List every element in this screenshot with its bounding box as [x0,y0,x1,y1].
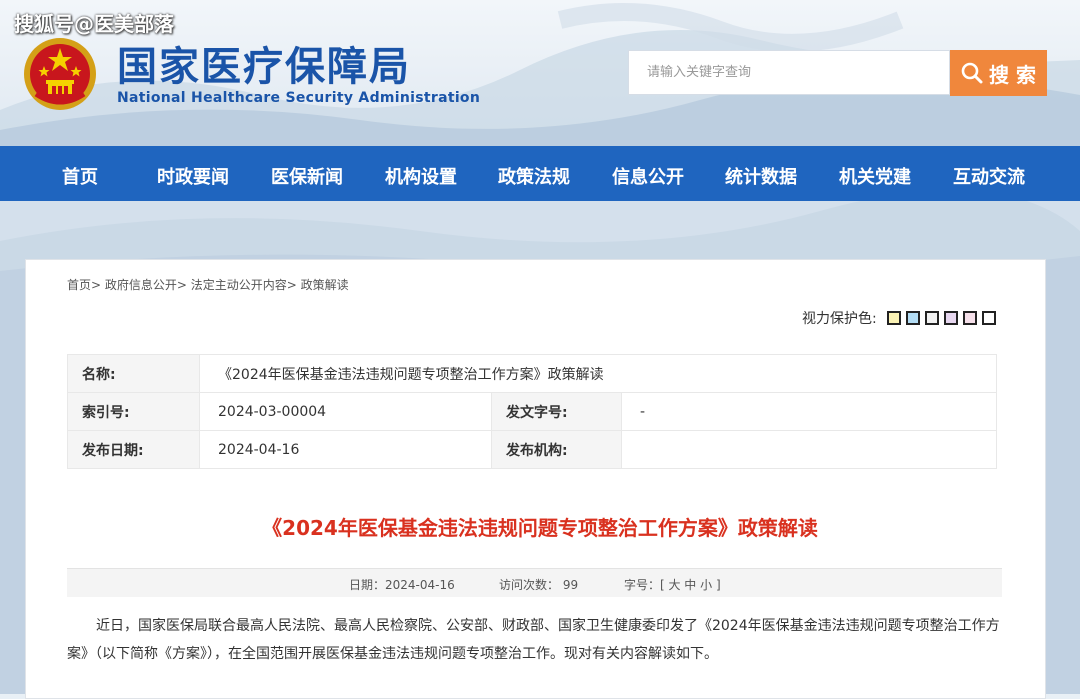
meta-org-label: 发布机构: [491,430,622,469]
document-metadata-table: 名称: 《2024年医保基金违法违规问题专项整治工作方案》政策解读 索引号: 2… [67,354,997,469]
swatch-purple[interactable] [943,311,958,325]
nav-item-policies[interactable]: 政策法规 [498,163,570,189]
breadcrumb-policy-interpretation[interactable]: 政策解读 [301,278,349,292]
swatch-pink[interactable] [962,311,977,325]
meta-docno-value: - [621,392,997,431]
breadcrumb-gov-info[interactable]: 政府信息公开 [105,278,177,292]
nav-item-news[interactable]: 时政要闻 [157,163,229,189]
main-nav: 首页 时政要闻 医保新闻 机构设置 政策法规 信息公开 统计数据 机关党建 互动… [0,146,1080,201]
vision-label: 视力保护色: [802,311,877,327]
meta-name-value: 《2024年医保基金违法违规问题专项整治工作方案》政策解读 [199,354,997,393]
article-body: 近日，国家医保局联合最高人民法院、最高人民检察院、公安部、财政部、国家卫生健康委… [67,618,1000,662]
article-title: 《2024年医保基金违法违规问题专项整治工作方案》政策解读 [262,516,818,540]
search-icon [961,62,983,84]
article-visits: 访问次数： 99 [499,578,579,592]
breadcrumb-home[interactable]: 首页 [67,278,91,292]
search-button[interactable]: 搜 索 [950,50,1047,96]
meta-date-value: 2024-04-16 [199,430,492,469]
article-date: 日期：2024-04-16 [349,578,455,592]
nav-item-statistics[interactable]: 统计数据 [725,163,797,189]
meta-date-label: 发布日期: [67,430,200,469]
site-title: 国家医疗保障局 [117,43,411,90]
swatch-blue[interactable] [905,311,920,325]
article-info-bar: 日期：2024-04-16 访问次数： 99 字号：[ 大 中 小 ] [67,568,1002,597]
meta-docno-label: 发文字号: [491,392,622,431]
vision-protection-colors: 视力保护色: [802,308,996,328]
search-box [628,50,950,95]
swatch-gray[interactable] [924,311,939,325]
nav-item-interaction[interactable]: 互动交流 [953,163,1025,189]
site-subtitle: National Healthcare Security Administrat… [117,90,481,106]
national-emblem-icon [22,36,98,112]
font-size-selector[interactable]: 字号：[ 大 中 小 ] [624,576,721,593]
meta-index-value: 2024-03-00004 [199,392,492,431]
search-input[interactable] [629,51,949,94]
swatch-white[interactable] [981,311,996,325]
meta-index-label: 索引号: [67,392,200,431]
breadcrumb-statutory[interactable]: 法定主动公开内容 [191,278,287,292]
meta-org-value [621,430,997,469]
nav-item-organization[interactable]: 机构设置 [385,163,457,189]
search-button-label: 搜 索 [989,62,1036,87]
meta-name-label: 名称: [67,354,200,393]
swatch-yellow[interactable] [886,311,901,325]
watermark-text: 搜狐号@医美部落 [14,12,174,36]
nav-item-home[interactable]: 首页 [62,163,98,189]
nav-item-party[interactable]: 机关党建 [839,163,911,189]
breadcrumb: 首页> 政府信息公开> 法定主动公开内容> 政策解读 [67,278,349,292]
nav-item-disclosure[interactable]: 信息公开 [612,163,684,189]
nav-item-healthcare-news[interactable]: 医保新闻 [271,163,343,189]
